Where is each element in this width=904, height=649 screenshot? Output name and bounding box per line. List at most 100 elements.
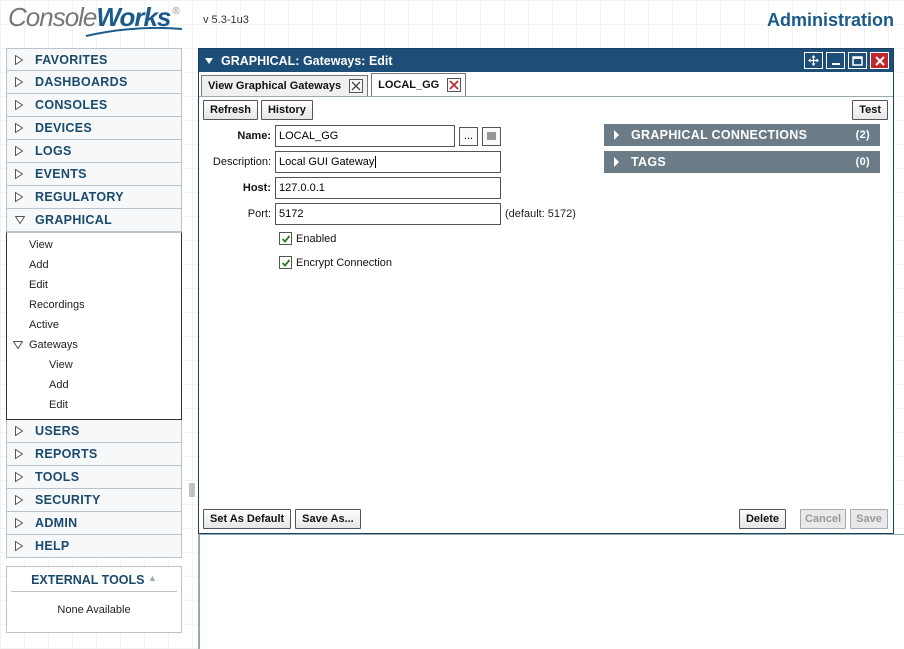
sidebar-item-admin[interactable]: ADMIN [6,512,182,535]
gateway-edit-panel: GRAPHICAL: Gateways: Edit View Graphical… [198,48,894,534]
refresh-button[interactable]: Refresh [203,100,258,120]
sidebar-item-devices[interactable]: DEVICES [6,117,182,140]
name-row: Name: LOCAL_GG ... [201,125,501,147]
port-field[interactable]: 5172 [275,203,501,225]
panel-title: GRAPHICAL: Gateways: Edit [221,53,393,68]
enabled-checkbox[interactable] [279,232,292,245]
expand-arrow-icon [15,449,23,459]
graphical-submenu: View Add Edit Recordings Active Gateways… [6,232,182,420]
sidebar-item-help[interactable]: HELP [6,535,182,558]
save-button[interactable]: Save [850,509,888,529]
panel-tabs: View Graphical Gateways LOCAL_GG [199,72,893,97]
sidebar-item-dashboards[interactable]: DASHBOARDS [6,71,182,94]
delete-button[interactable]: Delete [738,509,786,529]
sidebar-item-label: GRAPHICAL [35,213,113,227]
expand-arrow-icon [15,472,23,482]
submenu-item-view[interactable]: View [7,235,181,255]
gateways-item-edit[interactable]: Edit [7,395,181,415]
notes-icon[interactable] [482,126,501,146]
port-row: Port: 5172 (default: 5172) [201,203,576,225]
tab-view-graphical-gateways[interactable]: View Graphical Gateways [201,75,369,96]
sidebar-item-security[interactable]: SECURITY [6,489,182,512]
expand-arrow-icon [614,130,619,140]
sidebar-item-events[interactable]: EVENTS [6,163,182,186]
submenu-item-add[interactable]: Add [7,255,181,275]
tab-local-gg[interactable]: LOCAL_GG [371,73,467,96]
gateways-item-view[interactable]: View [7,355,181,375]
sidebar-item-label: TOOLS [35,470,80,484]
name-lookup-button[interactable]: ... [459,126,478,146]
close-icon[interactable] [870,52,889,69]
tags-section[interactable]: TAGS (0) [604,151,880,173]
set-as-default-button[interactable]: Set As Default [203,509,292,529]
encrypt-row: Encrypt Connection [279,256,392,269]
minimize-icon[interactable] [826,52,845,69]
text-cursor [375,156,377,168]
move-icon[interactable] [804,52,823,69]
collapse-panel-icon[interactable] [205,57,213,64]
host-field[interactable]: 127.0.0.1 [275,177,501,199]
maximize-icon[interactable] [848,52,867,69]
submenu-group-gateways[interactable]: Gateways [7,335,181,355]
collapse-arrow-icon [13,341,23,349]
submenu-item-active[interactable]: Active [7,315,181,335]
checkmark-icon [281,234,290,243]
sidebar-item-logs[interactable]: LOGS [6,140,182,163]
collapse-up-icon[interactable]: ▲ [148,573,157,583]
expand-arrow-icon [15,123,23,133]
sidebar-item-consoles[interactable]: CONSOLES [6,94,182,117]
description-row: Description: Local GUI Gateway [201,151,501,173]
name-field[interactable]: LOCAL_GG [275,125,455,147]
external-tools-empty-text: None Available [57,604,131,616]
expand-arrow-icon [15,426,23,436]
host-label: Host: [242,182,271,194]
save-as-button[interactable]: Save As... [295,509,361,529]
graphical-connections-section[interactable]: GRAPHICAL CONNECTIONS (2) [604,124,880,146]
sidebar-nav: FAVORITES DASHBOARDS CONSOLES DEVICES LO… [6,48,182,558]
expand-arrow-icon [614,157,619,167]
description-value: Local GUI Gateway [279,156,375,168]
sidebar-item-reports[interactable]: REPORTS [6,443,182,466]
version-label: v 5.3-1u3 [203,14,249,26]
page-section-title: Administration [766,10,894,30]
sidebar-item-users[interactable]: USERS [6,420,182,443]
expand-arrow-icon [15,100,23,110]
gateways-item-add[interactable]: Add [7,375,181,395]
encrypt-connection-label: Encrypt Connection [296,256,392,269]
sidebar-item-label: EVENTS [35,167,87,181]
window-controls [804,52,889,69]
port-default-hint: (default: 5172) [505,208,576,220]
close-tab-icon[interactable] [447,78,462,92]
encrypt-connection-checkbox[interactable] [279,256,292,269]
sidebar-item-label: FAVORITES [35,52,108,67]
port-label: Port: [247,208,271,220]
sidebar-item-label: CONSOLES [35,98,108,112]
submenu-item-edit[interactable]: Edit [7,275,181,295]
cancel-button[interactable]: Cancel [800,509,846,529]
external-tools-title: EXTERNAL TOOLS [31,573,145,587]
section-label: GRAPHICAL CONNECTIONS [631,128,808,142]
test-button[interactable]: Test [852,100,888,120]
external-tools-header[interactable]: EXTERNAL TOOLS ▲ [11,567,177,592]
description-field[interactable]: Local GUI Gateway [275,151,501,173]
history-button[interactable]: History [260,100,313,120]
sidebar-item-graphical[interactable]: GRAPHICAL [6,209,182,232]
external-tools-panel: EXTERNAL TOOLS ▲ None Available [6,566,182,633]
enabled-label: Enabled [296,232,337,245]
tab-label: LOCAL_GG [378,79,440,91]
sidebar-resize-handle-icon[interactable] [189,483,195,497]
expand-arrow-icon [15,77,23,87]
close-tab-icon[interactable] [349,79,364,93]
sidebar-item-regulatory[interactable]: REGULATORY [6,186,182,209]
expand-arrow-icon [15,146,23,156]
sidebar-item-label: HELP [35,539,70,553]
footer-left-actions: Set As Default Save As... [203,509,361,529]
submenu-item-recordings[interactable]: Recordings [7,295,181,315]
section-label: TAGS [631,155,666,169]
tab-label: View Graphical Gateways [208,80,342,92]
sidebar-item-tools[interactable]: TOOLS [6,466,182,489]
logo-swoosh-icon [85,27,183,37]
sidebar-item-favorites[interactable]: FAVORITES [6,48,182,71]
description-label: Description: [212,156,271,168]
sidebar-item-label: DEVICES [35,121,92,135]
